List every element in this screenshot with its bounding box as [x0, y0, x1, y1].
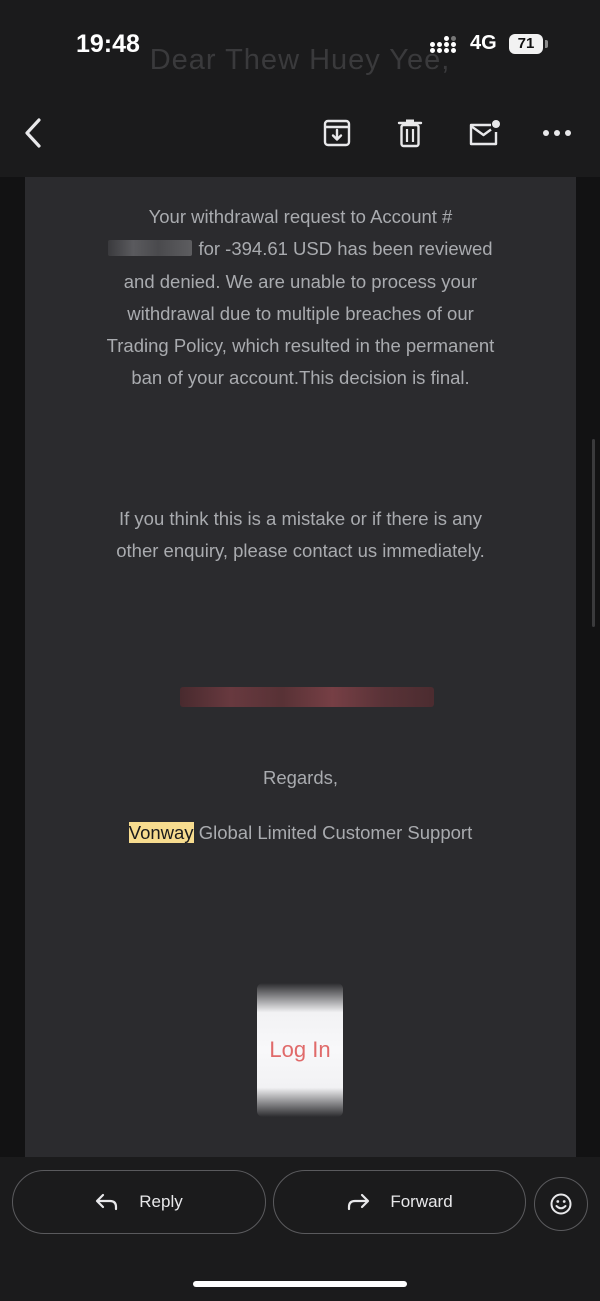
signature-text: Vonway Global Limited Customer Support — [125, 817, 476, 849]
back-button[interactable] — [10, 110, 56, 156]
reply-button[interactable]: Reply — [12, 1170, 266, 1234]
delete-button[interactable] — [387, 110, 433, 156]
bottom-action-bar: Reply Forward — [0, 1157, 600, 1301]
chevron-left-icon — [25, 118, 41, 148]
forward-icon — [348, 1193, 370, 1211]
smiley-icon — [550, 1193, 572, 1215]
mark-unread-icon — [469, 120, 500, 146]
highlighted-company-name: Vonway — [128, 822, 194, 843]
status-bar: Dear Thew Huey Yee, 19:48 4G 71 — [0, 0, 600, 92]
reply-icon — [96, 1193, 118, 1211]
withdrawal-paragraph-start: Your withdrawal request to Account # — [148, 206, 453, 227]
withdrawal-paragraph-rest: for -394.61 USD has been reviewed and de… — [106, 238, 495, 389]
forward-button[interactable]: Forward — [273, 1170, 526, 1234]
contact-paragraph: If you think this is a mistake or if the… — [116, 508, 485, 562]
reply-label: Reply — [139, 1192, 183, 1211]
archive-button[interactable] — [314, 110, 360, 156]
status-time: 19:48 — [76, 30, 140, 58]
battery-level: 71 — [509, 34, 543, 54]
withdrawal-paragraph: Your withdrawal request to Account # for… — [105, 201, 496, 395]
login-button[interactable]: Log In — [257, 983, 343, 1117]
mark-unread-button[interactable] — [461, 110, 507, 156]
more-options-button[interactable] — [534, 110, 580, 156]
forward-label: Forward — [390, 1192, 453, 1211]
home-indicator[interactable] — [193, 1281, 407, 1287]
scrollbar[interactable] — [592, 439, 595, 627]
signature-rest: Global Limited Customer Support — [193, 822, 473, 843]
email-toolbar — [0, 92, 600, 177]
email-content-card: Your withdrawal request to Account # for… — [25, 177, 576, 1157]
email-body-scroll[interactable]: Your withdrawal request to Account # for… — [0, 177, 600, 1157]
battery-tip — [545, 40, 548, 48]
trash-icon — [397, 119, 423, 148]
network-type: 4G — [470, 32, 497, 54]
archive-icon — [323, 119, 351, 147]
redacted-account-number — [108, 240, 193, 257]
redacted-name — [180, 687, 434, 707]
regards-text: Regards, — [262, 767, 339, 788]
emoji-reaction-button[interactable] — [534, 1177, 588, 1231]
signal-strength-icon — [430, 34, 462, 54]
more-horizontal-icon — [543, 130, 571, 136]
